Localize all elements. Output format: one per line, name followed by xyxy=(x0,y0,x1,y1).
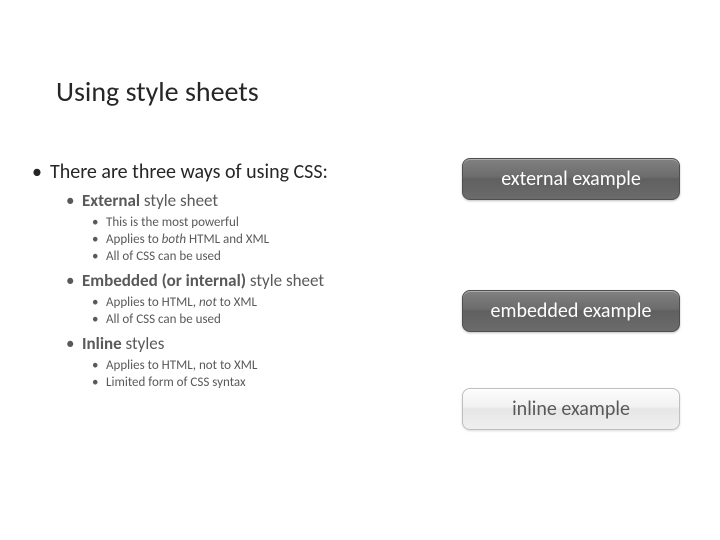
item-inline-details: Applies to HTML, not to XML Limited form… xyxy=(92,358,442,390)
inline-example-button[interactable]: inline example xyxy=(462,388,680,430)
button-label: embedded example xyxy=(491,299,652,323)
item-heading-prefix: Inline xyxy=(82,333,122,354)
item-heading-suffix: styles xyxy=(122,333,165,354)
item-external: External style sheet xyxy=(66,190,442,211)
detail-line: Applies to HTML, not to XML xyxy=(92,358,442,373)
embedded-example-button[interactable]: embedded example xyxy=(462,290,680,332)
item-embedded-details: Applies to HTML, not to XML All of CSS c… xyxy=(92,295,442,327)
item-heading-prefix: Embedded (or internal) xyxy=(82,270,246,291)
item-heading-suffix: style sheet xyxy=(140,190,218,211)
detail-line: This is the most powerful xyxy=(92,215,442,230)
item-heading: External style sheet xyxy=(66,190,442,211)
item-heading-suffix: style sheet xyxy=(246,270,324,291)
external-example-button[interactable]: external example xyxy=(462,158,680,200)
detail-line: Limited form of CSS syntax xyxy=(92,375,442,390)
slide: Using style sheets There are three ways … xyxy=(0,0,720,540)
detail-line: Applies to HTML, not to XML xyxy=(92,295,442,310)
item-external-details: This is the most powerful Applies to bot… xyxy=(92,215,442,264)
item-heading-prefix: External xyxy=(82,190,140,211)
item-inline: Inline styles xyxy=(66,333,442,354)
item-heading: Embedded (or internal) style sheet xyxy=(66,270,442,291)
item-heading: Inline styles xyxy=(66,333,442,354)
item-embedded: Embedded (or internal) style sheet xyxy=(66,270,442,291)
content-area: There are three ways of using CSS: Exter… xyxy=(32,160,442,396)
slide-title: Using style sheets xyxy=(56,74,259,109)
detail-line: All of CSS can be used xyxy=(92,312,442,327)
detail-line: All of CSS can be used xyxy=(92,249,442,264)
button-label: external example xyxy=(501,167,641,191)
button-label: inline example xyxy=(512,397,630,421)
intro-line: There are three ways of using CSS: xyxy=(32,160,442,184)
detail-line: Applies to both HTML and XML xyxy=(92,232,442,247)
